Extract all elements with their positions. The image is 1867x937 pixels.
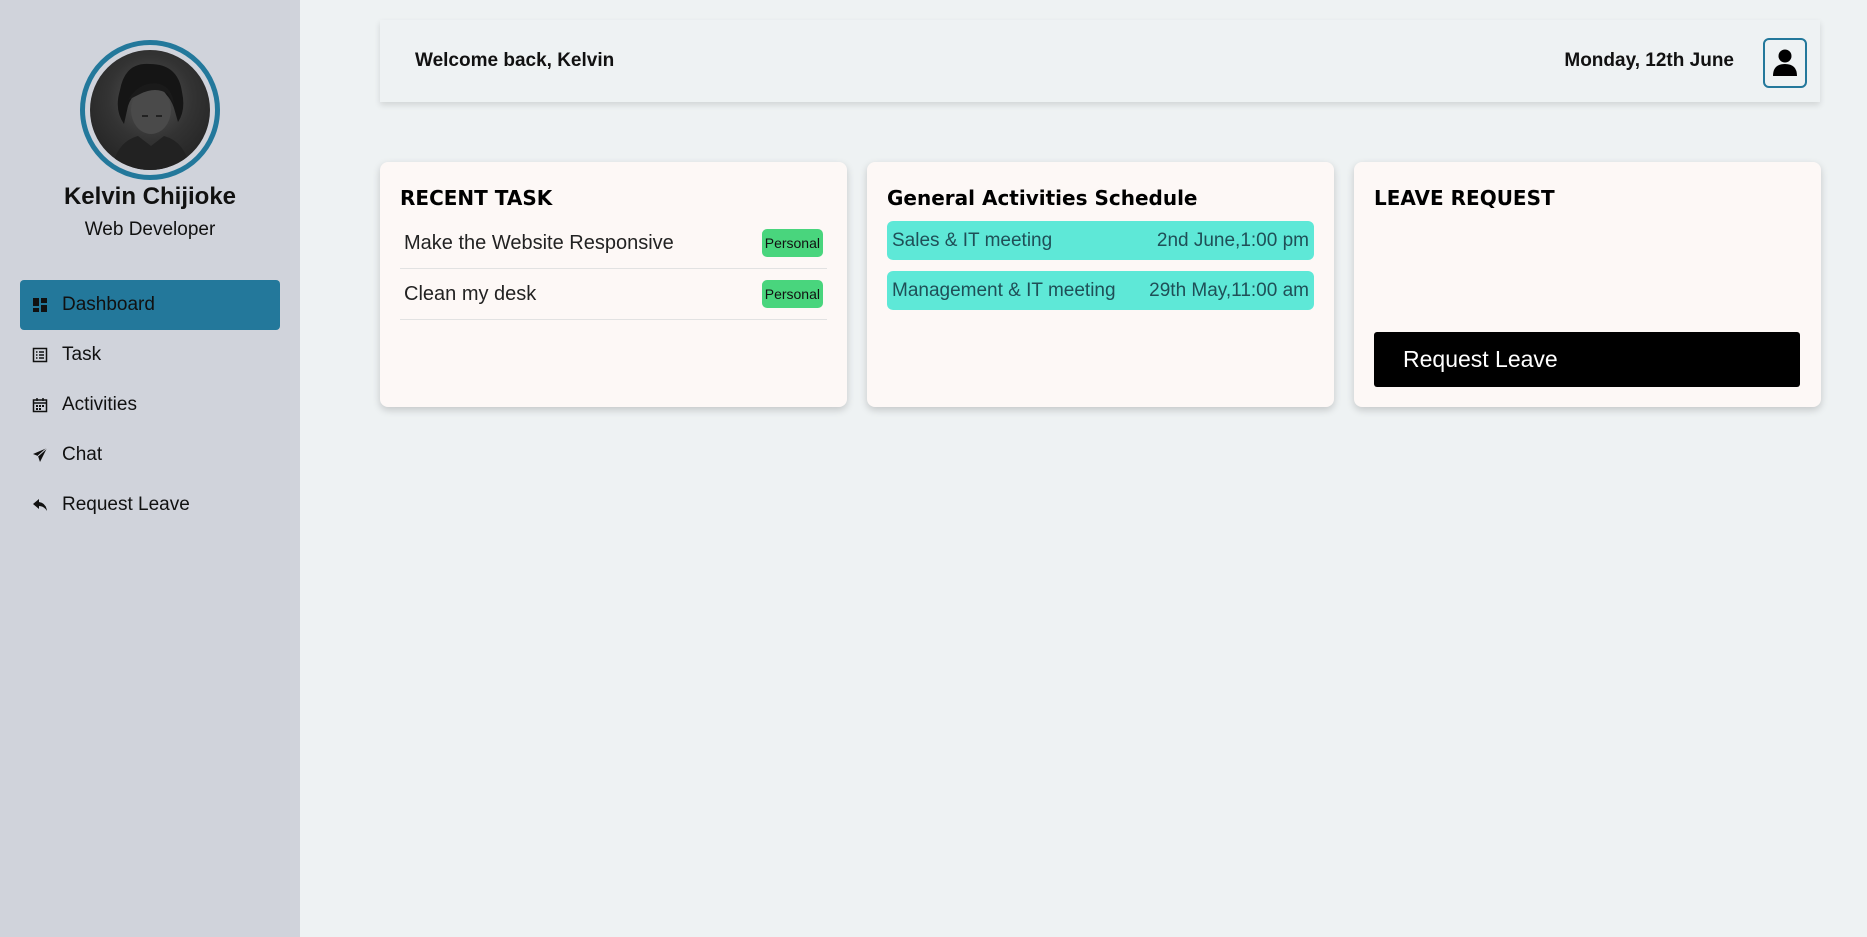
- activity-name: Sales & IT meeting: [892, 229, 1053, 251]
- activity-time: 2nd June,1:00 pm: [1156, 229, 1309, 251]
- activities-title: General Activities Schedule: [887, 186, 1198, 210]
- profile-name: Kelvin Chijioke: [63, 183, 237, 210]
- sidebar-item-chat[interactable]: Chat: [20, 430, 280, 480]
- sidebar: Kelvin Chijioke Web Developer Dashboard …: [0, 0, 300, 937]
- sidebar-item-request-leave[interactable]: Request Leave: [20, 480, 280, 530]
- reply-arrow-icon: [32, 497, 48, 513]
- sidebar-item-label: Task: [62, 344, 102, 365]
- sidebar-item-label: Dashboard: [62, 294, 155, 315]
- activity-item[interactable]: Sales & IT meeting 2nd June,1:00 pm: [887, 221, 1314, 260]
- profile-role: Web Developer: [84, 219, 216, 240]
- leave-request-title: LEAVE REQUEST: [1374, 186, 1555, 210]
- avatar-image: [90, 50, 210, 170]
- paper-plane-icon: [32, 447, 48, 463]
- task-row[interactable]: Clean my desk Personal: [400, 269, 827, 320]
- sidebar-item-dashboard[interactable]: Dashboard: [20, 280, 280, 330]
- calendar-icon: [32, 397, 48, 413]
- request-leave-button[interactable]: Request Leave: [1374, 332, 1800, 387]
- welcome-message: Welcome back, Kelvin: [415, 50, 615, 71]
- task-tag-badge: Personal: [761, 280, 823, 308]
- sidebar-item-task[interactable]: Task: [20, 330, 280, 380]
- task-name: Clean my desk: [404, 282, 537, 305]
- avatar[interactable]: [80, 40, 220, 180]
- sidebar-item-label: Activities: [62, 394, 137, 415]
- activity-name: Management & IT meeting: [892, 279, 1116, 301]
- sidebar-item-label: Chat: [62, 444, 103, 465]
- task-list-icon: [32, 347, 48, 363]
- sidebar-item-activities[interactable]: Activities: [20, 380, 280, 430]
- recent-task-title: RECENT TASK: [400, 186, 553, 210]
- top-header: Welcome back, Kelvin Monday, 12th June: [380, 20, 1820, 102]
- task-tag-badge: Personal: [761, 229, 823, 257]
- task-row[interactable]: Make the Website Responsive Personal: [400, 218, 827, 269]
- sidebar-nav: Dashboard Task Activities Chat Request L…: [20, 280, 280, 530]
- dashboard-icon: [32, 297, 48, 313]
- user-icon: [1773, 49, 1797, 76]
- user-profile-button[interactable]: [1763, 38, 1807, 88]
- activity-time: 29th May,11:00 am: [1149, 279, 1309, 301]
- leave-request-card: LEAVE REQUEST Request Leave: [1354, 162, 1821, 407]
- recent-task-card: RECENT TASK Make the Website Responsive …: [380, 162, 847, 407]
- sidebar-item-label: Request Leave: [62, 494, 190, 515]
- current-date: Monday, 12th June: [1564, 50, 1734, 71]
- activity-item[interactable]: Management & IT meeting 29th May,11:00 a…: [887, 271, 1314, 310]
- activities-schedule-card: General Activities Schedule Sales & IT m…: [867, 162, 1334, 407]
- task-name: Make the Website Responsive: [404, 231, 674, 254]
